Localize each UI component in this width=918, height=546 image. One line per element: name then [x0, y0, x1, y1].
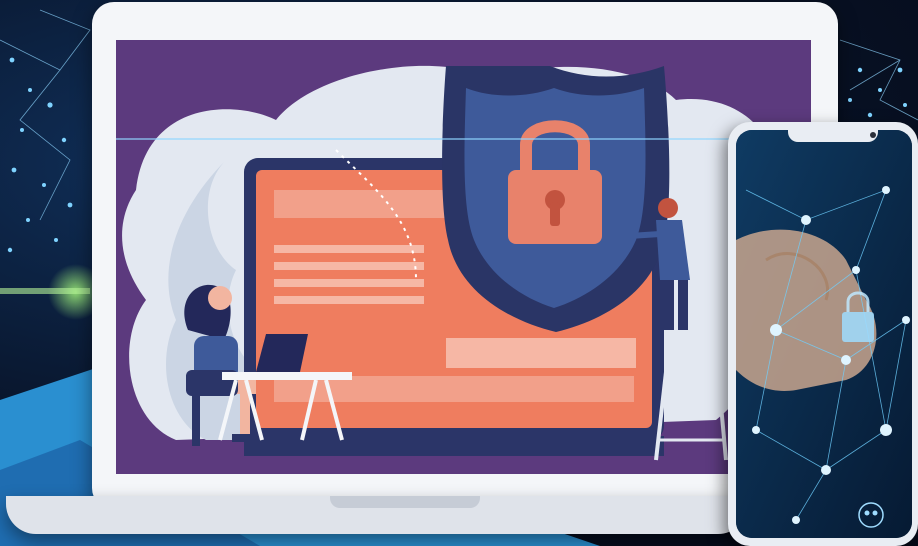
- phone-notch: [788, 130, 878, 142]
- security-illustration: [116, 65, 811, 461]
- laptop-screen-illustration: [116, 40, 811, 474]
- laptop-notch: [330, 496, 480, 508]
- camera-icon: [870, 132, 876, 138]
- phone-frame: [728, 122, 918, 546]
- network-hand-graphic: [736, 130, 912, 538]
- scene: [0, 0, 918, 546]
- phone-screen-network-image: [736, 130, 912, 538]
